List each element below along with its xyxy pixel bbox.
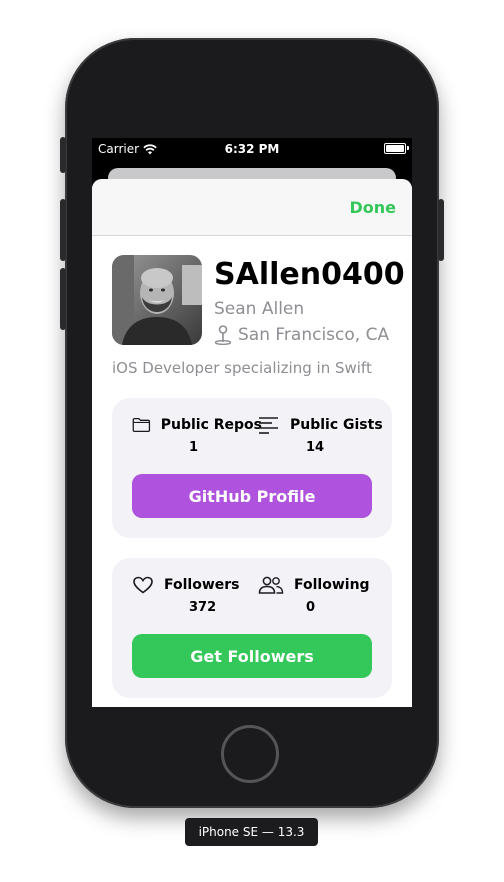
follower-info-card: Followers 372 Following 0 Get Followers	[112, 558, 392, 698]
status-time: 6:32 PM	[224, 142, 280, 156]
followers-count: 372	[189, 600, 217, 615]
following-stat: Following 0	[258, 576, 388, 615]
mute-switch	[60, 137, 66, 173]
done-button[interactable]: Done	[349, 198, 396, 217]
avatar	[112, 255, 202, 345]
public-repos-count: 1	[189, 440, 199, 455]
volume-down-button	[60, 268, 66, 330]
phone-screen: Carrier 6:32 PM Done SAllen0400 Sean All…	[92, 138, 412, 707]
power-button	[438, 199, 444, 261]
user-header: SAllen0400 Sean Allen San Francisco, CA	[112, 255, 405, 345]
location-label: San Francisco, CA	[238, 325, 390, 345]
public-repos-stat: Public Repos 1	[132, 416, 262, 455]
github-profile-button[interactable]: GitHub Profile	[132, 474, 372, 518]
text-align-left-icon	[259, 417, 278, 434]
following-count: 0	[306, 600, 316, 615]
username-label: SAllen0400	[214, 257, 405, 292]
battery-tip	[407, 146, 409, 150]
heart-icon	[133, 576, 153, 594]
status-bar: Carrier 6:32 PM	[92, 138, 412, 160]
public-gists-stat: Public Gists 14	[258, 416, 388, 455]
folder-icon	[132, 417, 151, 433]
location-row: San Francisco, CA	[214, 325, 389, 345]
avatar-photo	[112, 255, 202, 345]
public-gists-count: 14	[306, 440, 325, 455]
full-name-label: Sean Allen	[214, 299, 305, 319]
public-repos-label: Public Repos	[160, 417, 262, 433]
followers-stat: Followers 372	[132, 576, 262, 615]
home-button[interactable]	[221, 725, 279, 783]
repo-info-card: Public Repos 1 Public Gists 14 GitHub Pr…	[112, 398, 392, 538]
navigation-bar: Done	[92, 179, 412, 236]
battery-icon	[384, 143, 406, 154]
public-gists-label: Public Gists	[290, 417, 383, 433]
user-info-sheet: Done SAllen0400 Sean Allen San Francisco…	[92, 179, 412, 707]
simulator-device-label: iPhone SE — 13.3	[185, 818, 318, 846]
simulator-stage: Carrier 6:32 PM Done SAllen0400 Sean All…	[0, 0, 504, 882]
followers-label: Followers	[164, 577, 240, 593]
volume-up-button	[60, 199, 66, 261]
following-label: Following	[294, 577, 370, 593]
person-2-icon	[258, 576, 284, 594]
map-pin-icon	[214, 325, 232, 345]
get-followers-button[interactable]: Get Followers	[132, 634, 372, 678]
bio-label: iOS Developer specializing in Swift	[112, 359, 372, 377]
